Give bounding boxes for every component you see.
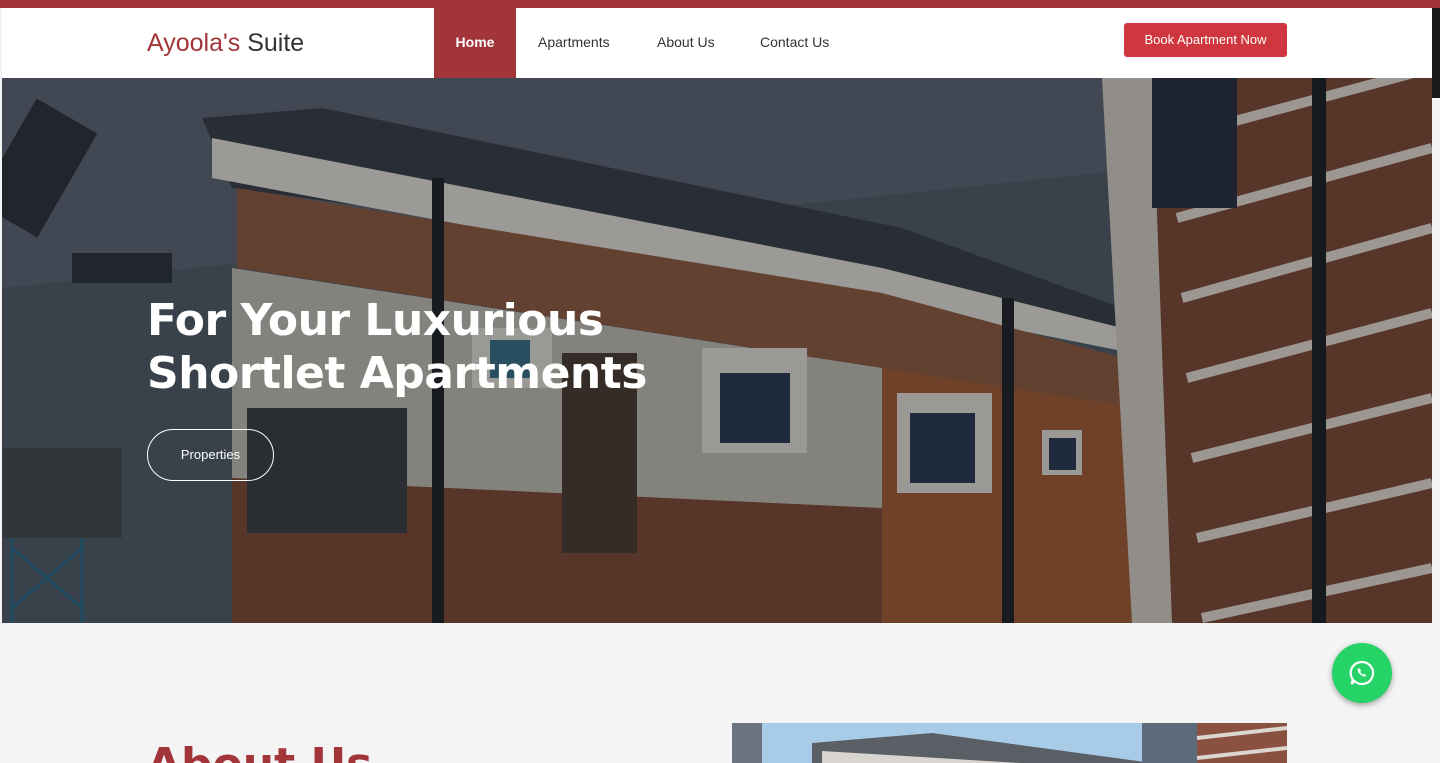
nav-contact-us[interactable]: Contact Us	[760, 8, 829, 78]
about-section: About Us	[2, 623, 1432, 763]
nav-about-us[interactable]: About Us	[657, 8, 715, 78]
book-apartment-button[interactable]: Book Apartment Now	[1124, 23, 1287, 57]
about-building-image	[732, 723, 1287, 763]
hero-title: For Your Luxurious Shortlet Apartments	[147, 295, 647, 399]
page: Ayoola's Suite Home Apartments About Us …	[0, 0, 1440, 763]
properties-button[interactable]: Properties	[147, 429, 274, 481]
navbar: Ayoola's Suite Home Apartments About Us …	[2, 8, 1432, 78]
brand-logo[interactable]: Ayoola's Suite	[147, 26, 304, 60]
brand-name-rest: Suite	[240, 29, 305, 57]
window-edge	[1432, 8, 1440, 98]
nav-apartments[interactable]: Apartments	[538, 8, 610, 78]
top-accent-bar	[0, 0, 1440, 8]
brand-name-accent: Ayoola's	[147, 29, 241, 57]
nav-home[interactable]: Home	[434, 8, 516, 78]
about-title: About Us	[147, 740, 372, 763]
whatsapp-icon	[1349, 660, 1375, 686]
hero-section: For Your Luxurious Shortlet Apartments P…	[2, 78, 1432, 623]
whatsapp-button[interactable]	[1332, 643, 1392, 703]
